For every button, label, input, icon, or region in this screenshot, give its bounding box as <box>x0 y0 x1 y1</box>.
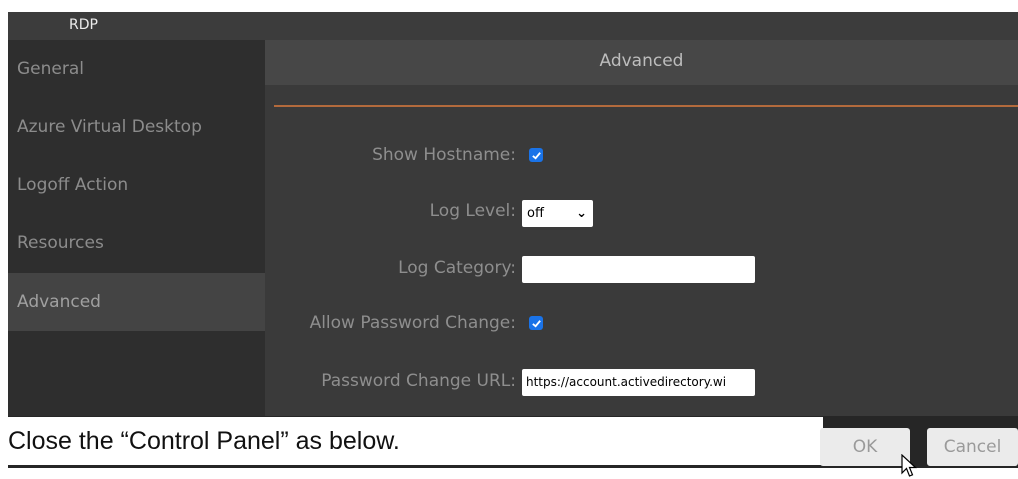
log-category-input[interactable] <box>522 256 755 283</box>
sidebar-item-label: Azure Virtual Desktop <box>17 117 202 137</box>
sidebar-item-label: General <box>17 59 84 79</box>
allow-password-change-checkbox[interactable] <box>529 316 543 330</box>
advanced-panel: Advanced Show Hostname: Log Level: off ⌄… <box>265 40 1018 416</box>
password-change-url-label: Password Change URL: <box>321 371 516 391</box>
sidebar-item-label: Logoff Action <box>17 175 129 195</box>
sidebar-item-label: Resources <box>17 233 104 253</box>
rdp-window: RDP General Azure Virtual Desktop Logoff… <box>8 12 1018 468</box>
show-hostname-checkbox[interactable] <box>529 148 543 162</box>
sidebar: General Azure Virtual Desktop Logoff Act… <box>8 40 265 416</box>
cancel-button[interactable]: Cancel <box>927 428 1018 466</box>
window-title: RDP <box>69 17 98 33</box>
show-hostname-label: Show Hostname: <box>372 145 516 165</box>
checkmark-icon <box>531 151 541 160</box>
log-category-label: Log Category: <box>398 258 516 278</box>
panel-header: Advanced <box>265 40 1018 85</box>
title-bar: RDP <box>8 12 1018 40</box>
caption-text: Close the “Control Panel” as below. <box>8 417 823 465</box>
log-level-label: Log Level: <box>429 201 516 221</box>
mouse-cursor-icon <box>901 454 918 477</box>
log-level-select[interactable]: off ⌄ <box>522 200 593 227</box>
sidebar-item-label: Advanced <box>17 292 101 312</box>
panel-title: Advanced <box>599 51 684 71</box>
password-change-url-input[interactable]: https://account.activedirectory.wi <box>522 369 755 396</box>
log-level-value: off <box>527 206 544 221</box>
ok-button[interactable]: OK <box>820 428 910 466</box>
sidebar-item-general[interactable]: General <box>8 40 265 98</box>
accent-divider <box>274 105 1018 107</box>
checkmark-icon <box>531 319 541 328</box>
chevron-down-icon: ⌄ <box>576 206 587 221</box>
allow-password-change-label: Allow Password Change: <box>309 313 516 333</box>
